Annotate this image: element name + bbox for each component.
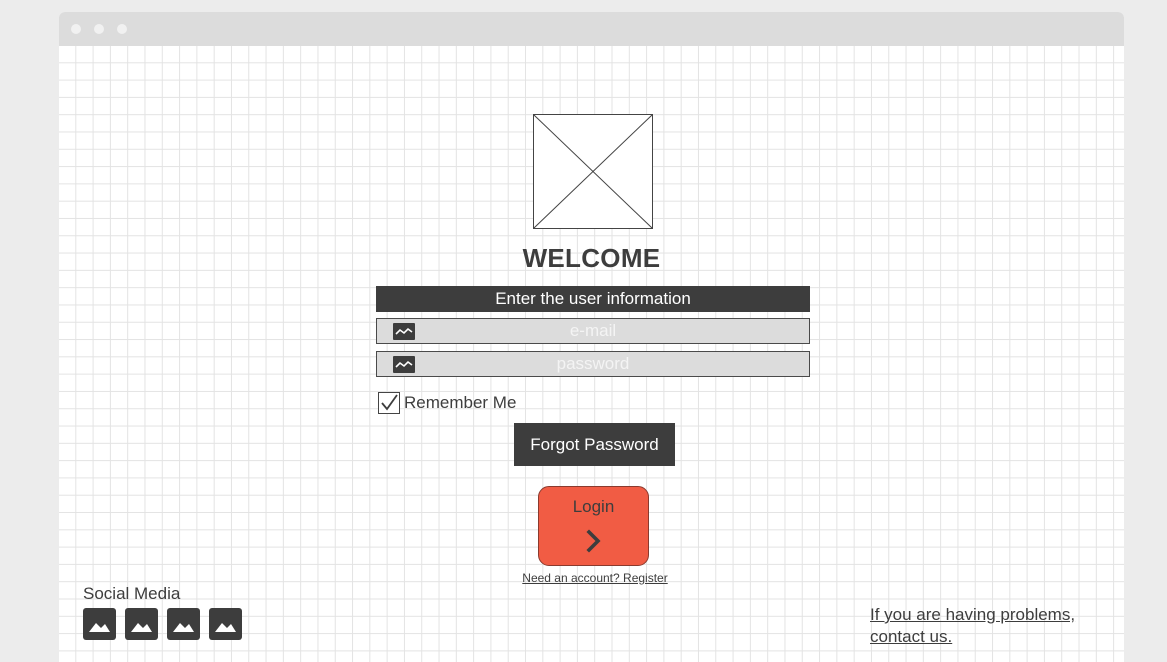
remember-checkbox[interactable] [378,392,400,414]
login-button[interactable]: Login [538,486,649,566]
help-line-2: contact us. [870,627,953,646]
page-canvas: WELCOME Enter the user information e-mai… [59,46,1124,662]
contact-help-link[interactable]: If you are having problems, contact us. [870,604,1075,648]
social-image-icon-1[interactable] [83,608,116,640]
checkmark-icon [381,394,398,411]
window-dot-minimize[interactable] [94,24,104,34]
social-image-icon-2[interactable] [125,608,158,640]
register-link[interactable]: Need an account? Register [59,571,1124,585]
form-header: Enter the user information [376,286,810,312]
password-placeholder: password [556,354,630,373]
logo-image-placeholder [533,114,653,229]
login-label: Login [572,497,615,516]
remember-label: Remember Me [404,393,517,412]
welcome-title: WELCOME [522,243,661,273]
title-bar [59,12,1124,46]
window-dot-maximize[interactable] [117,24,127,34]
password-field[interactable]: password [376,351,810,377]
forgot-password-button[interactable]: Forgot Password [514,423,675,466]
email-placeholder: e-mail [569,321,617,340]
social-image-icon-4[interactable] [209,608,242,640]
chevron-right-icon [586,529,601,553]
browser-window: WELCOME Enter the user information e-mai… [59,12,1124,662]
email-field[interactable]: e-mail [376,318,810,344]
social-image-icon-3[interactable] [167,608,200,640]
help-line-1: If you are having problems, [870,605,1076,624]
image-placeholder-icon [533,114,653,229]
social-media-label: Social Media [83,584,181,603]
window-dot-close[interactable] [71,24,81,34]
